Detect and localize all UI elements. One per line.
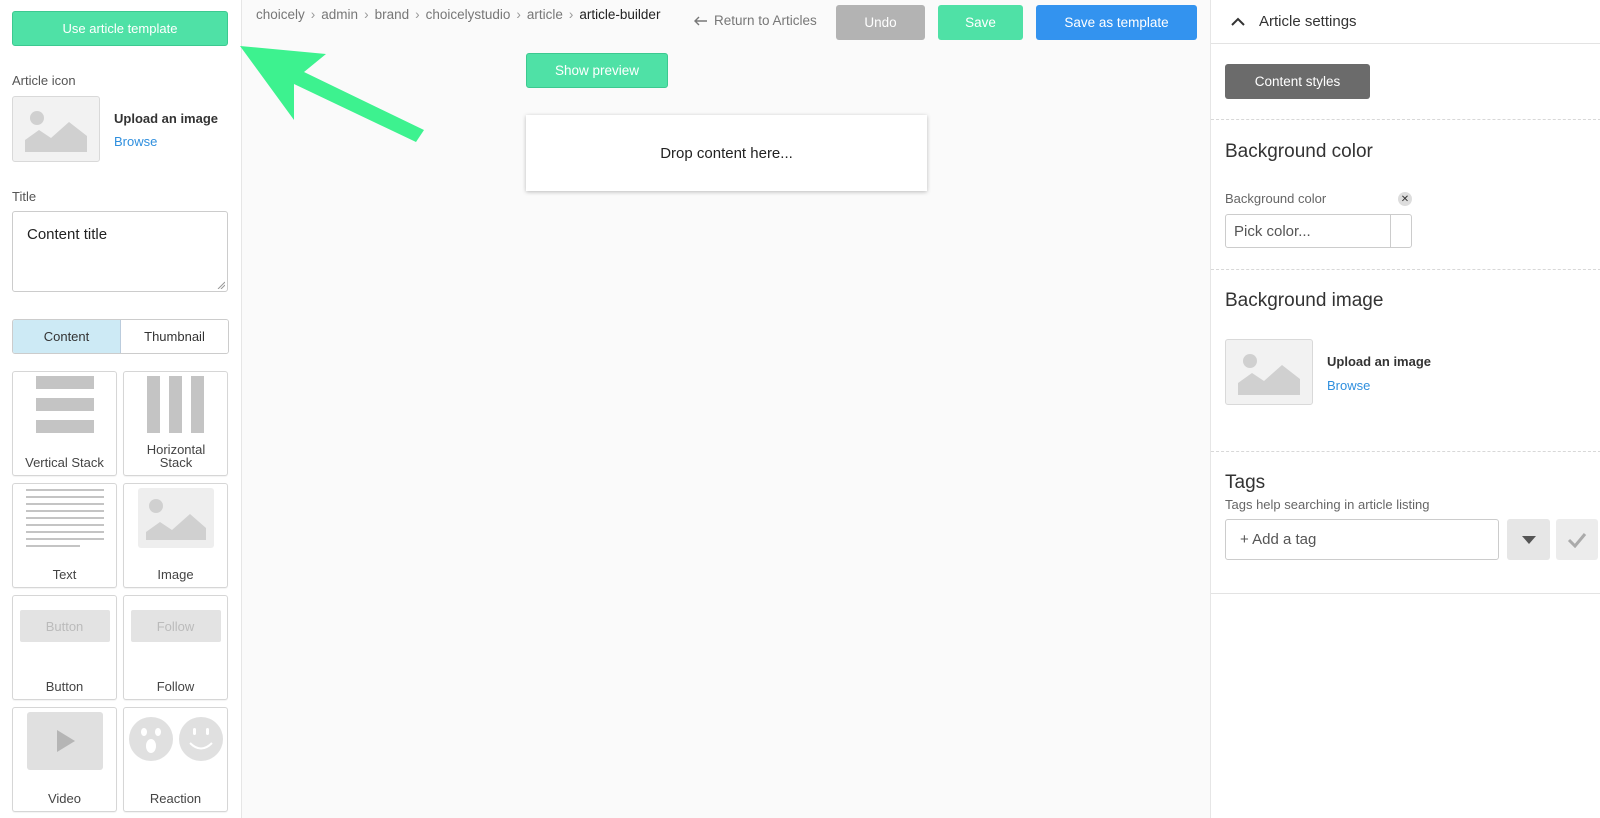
component-label: Button	[45, 679, 84, 694]
left-sidebar: Use article template Article icon Upload…	[0, 0, 242, 818]
background-image-upload-title: Upload an image	[1327, 354, 1432, 369]
button-icon: Button	[19, 610, 110, 642]
drop-zone[interactable]: Drop content here...	[526, 115, 927, 191]
chevron-up-icon	[1231, 17, 1245, 26]
follow-icon: Follow	[130, 610, 221, 642]
breadcrumb-current: article-builder	[579, 7, 661, 22]
add-tag-input[interactable]: + Add a tag	[1225, 519, 1499, 560]
use-article-template-button[interactable]: Use article template	[12, 11, 228, 46]
component-label: Reaction	[149, 791, 202, 806]
background-color-heading: Background color	[1225, 141, 1373, 162]
undo-button[interactable]: Undo	[836, 5, 925, 40]
breadcrumb-item[interactable]: choicely	[256, 7, 305, 22]
image-icon	[137, 488, 214, 548]
article-icon-label: Article icon	[12, 73, 76, 88]
breadcrumb-separator: ›	[364, 7, 369, 22]
component-label: Vertical Stack	[25, 455, 104, 470]
image-placeholder-icon	[25, 111, 87, 152]
background-image-browse-link[interactable]: Browse	[1327, 378, 1370, 393]
background-image-upload-box[interactable]	[1225, 339, 1313, 405]
reaction-icon	[128, 717, 223, 761]
color-swatch[interactable]	[1390, 215, 1411, 247]
check-icon	[1567, 532, 1587, 548]
component-label: Text	[52, 567, 77, 582]
component-label: Follow	[156, 679, 195, 694]
breadcrumb-item[interactable]: brand	[375, 7, 410, 22]
breadcrumb-separator: ›	[568, 7, 574, 22]
component-label: Horizontal Stack	[146, 442, 206, 470]
breadcrumb-separator: ›	[516, 7, 521, 22]
annotation-arrow-icon	[240, 46, 424, 142]
add-tag-placeholder: + Add a tag	[1240, 531, 1317, 548]
breadcrumb-item[interactable]: article	[527, 7, 563, 22]
background-color-input[interactable]: Pick color...	[1225, 214, 1412, 248]
component-reaction[interactable]: Reaction	[123, 707, 228, 812]
vertical-stack-icon	[35, 376, 94, 433]
title-value: Content title	[27, 226, 108, 243]
component-horizontal-stack[interactable]: Horizontal Stack	[123, 371, 228, 476]
save-button[interactable]: Save	[938, 5, 1023, 40]
breadcrumb-item[interactable]: admin	[321, 7, 358, 22]
show-preview-button[interactable]: Show preview	[526, 53, 668, 88]
tags-heading: Tags	[1225, 472, 1266, 493]
component-button[interactable]: Button Button	[12, 595, 117, 700]
tag-dropdown-button[interactable]	[1507, 519, 1550, 560]
component-video[interactable]: Video	[12, 707, 117, 812]
article-settings-panel: Article settings Content styles Backgrou…	[1210, 0, 1600, 818]
title-textarea[interactable]: Content title	[12, 211, 228, 292]
breadcrumb: choicely › admin › brand › choicelystudio › …	[256, 7, 660, 22]
title-label: Title	[12, 189, 37, 204]
component-image[interactable]: Image	[123, 483, 228, 588]
section-bottom-border	[1211, 593, 1600, 594]
component-vertical-stack[interactable]: Vertical Stack	[12, 371, 117, 476]
return-to-articles-link[interactable]: Return to Articles	[694, 13, 817, 28]
arrow-left-icon	[694, 16, 707, 25]
caret-down-icon	[1521, 535, 1536, 544]
breadcrumb-separator: ›	[310, 7, 316, 22]
section-divider	[1211, 119, 1600, 120]
article-icon-upload-title: Upload an image	[114, 111, 219, 126]
section-divider	[1211, 451, 1600, 452]
article-settings-header[interactable]: Article settings	[1211, 0, 1600, 44]
component-tabs: Content Thumbnail	[12, 319, 229, 354]
article-settings-title: Article settings	[1259, 13, 1357, 30]
drop-zone-text: Drop content here...	[660, 144, 793, 162]
content-styles-button[interactable]: Content styles	[1225, 64, 1370, 99]
section-divider	[1211, 269, 1600, 270]
tags-help-text: Tags help searching in article listing	[1225, 497, 1430, 512]
component-follow[interactable]: Follow Follow	[123, 595, 228, 700]
tab-thumbnail[interactable]: Thumbnail	[121, 320, 228, 353]
return-label: Return to Articles	[714, 13, 817, 28]
image-placeholder-icon	[1238, 354, 1300, 395]
clear-color-icon[interactable]: ✕	[1398, 192, 1412, 206]
article-icon-browse-link[interactable]: Browse	[114, 134, 157, 149]
horizontal-stack-icon	[146, 376, 204, 433]
article-icon-upload-box[interactable]	[12, 96, 100, 162]
video-icon	[26, 712, 103, 770]
background-color-label: Background color	[1225, 191, 1327, 206]
color-input-placeholder: Pick color...	[1234, 222, 1311, 240]
confirm-tag-button[interactable]	[1556, 519, 1598, 560]
breadcrumb-separator: ›	[415, 7, 420, 22]
tab-content[interactable]: Content	[13, 320, 121, 353]
component-label: Video	[47, 791, 81, 806]
component-text[interactable]: Text	[12, 483, 117, 588]
text-icon	[25, 489, 104, 547]
breadcrumb-item[interactable]: choicelystudio	[426, 7, 511, 22]
resize-handle-icon[interactable]	[217, 281, 225, 289]
background-image-heading: Background image	[1225, 290, 1384, 311]
component-label: Image	[157, 567, 194, 582]
save-as-template-button[interactable]: Save as template	[1036, 5, 1197, 40]
